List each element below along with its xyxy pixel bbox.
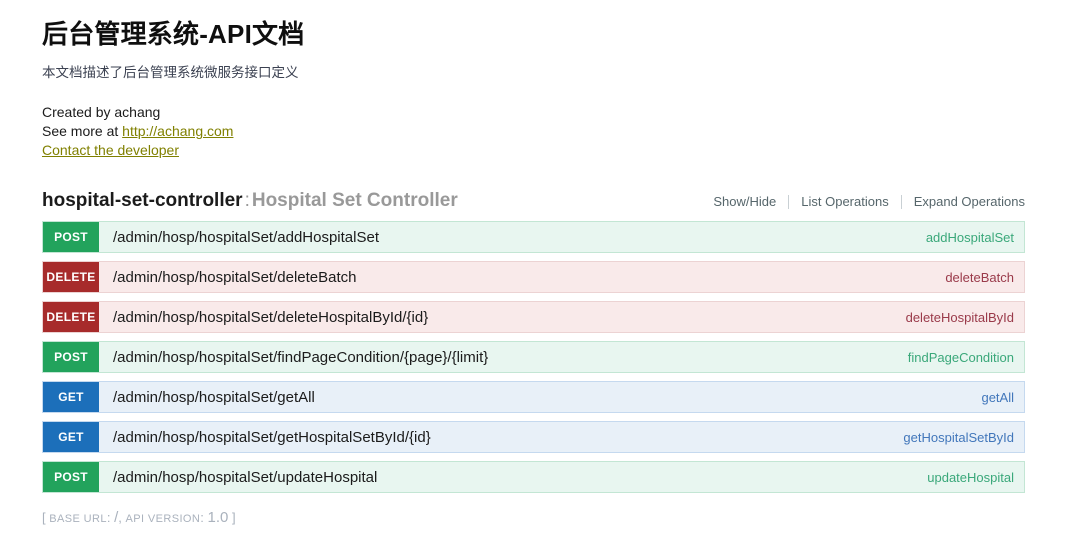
http-method-badge: POST xyxy=(43,342,99,372)
show-hide-link[interactable]: Show/Hide xyxy=(713,194,788,209)
operation-summary: getAll xyxy=(981,389,1014,405)
operation-row[interactable]: POST/admin/hosp/hospitalSet/findPageCond… xyxy=(42,341,1025,373)
see-more-line: See more at http://achang.com xyxy=(42,122,1025,141)
see-more-prefix: See more at xyxy=(42,123,123,139)
operation-path: /admin/hosp/hospitalSet/getAll xyxy=(113,388,315,406)
operation-summary: addHospitalSet xyxy=(925,229,1014,245)
page-title: 后台管理系统-API文档 xyxy=(42,19,305,49)
controller-description: Hospital Set Controller xyxy=(251,190,458,211)
http-method-badge: POST xyxy=(43,462,99,492)
footer-comma: , xyxy=(118,510,122,525)
controller-separator: : xyxy=(244,190,250,211)
operation-row[interactable]: GET/admin/hosp/hospitalSet/getHospitalSe… xyxy=(42,421,1025,453)
operations-list: POST/admin/hosp/hospitalSet/addHospitalS… xyxy=(42,221,1025,493)
http-method-badge: GET xyxy=(43,422,99,452)
http-method-badge: POST xyxy=(43,222,99,252)
base-url-colon: : xyxy=(106,510,111,525)
contact-developer-link[interactable]: Contact the developer xyxy=(42,142,179,158)
api-version-colon: : xyxy=(200,510,204,525)
http-method-badge: DELETE xyxy=(43,262,99,292)
controller-title[interactable]: hospital-set-controller: Hospital Set Con… xyxy=(42,190,458,212)
operation-row[interactable]: POST/admin/hosp/hospitalSet/addHospitalS… xyxy=(42,221,1025,253)
operation-row[interactable]: DELETE/admin/hosp/hospitalSet/deleteBatc… xyxy=(42,261,1025,293)
api-footer: [ BASE URL: /, API VERSION: 1.0 ] xyxy=(42,509,1025,526)
controller-name: hospital-set-controller xyxy=(42,190,243,211)
contact-line: Contact the developer xyxy=(42,141,1025,160)
base-url-label: BASE URL xyxy=(49,513,107,525)
operation-row[interactable]: DELETE/admin/hosp/hospitalSet/deleteHosp… xyxy=(42,301,1025,333)
developer-site-link[interactable]: http://achang.com xyxy=(122,123,233,139)
list-operations-link[interactable]: List Operations xyxy=(789,194,900,209)
expand-operations-link[interactable]: Expand Operations xyxy=(902,194,1025,209)
operation-path: /admin/hosp/hospitalSet/updateHospital xyxy=(113,468,378,486)
api-version-label: API VERSION xyxy=(125,513,201,525)
api-docs-page: 后台管理系统-API文档 本文档描述了后台管理系统微服务接口定义 Created… xyxy=(0,0,1067,526)
operation-summary: updateHospital xyxy=(927,469,1014,485)
operation-path: /admin/hosp/hospitalSet/deleteBatch xyxy=(113,268,357,286)
footer-open-bracket: [ xyxy=(42,510,46,525)
operation-summary: getHospitalSetById xyxy=(903,429,1014,445)
http-method-badge: DELETE xyxy=(43,302,99,332)
operation-summary: deleteBatch xyxy=(945,269,1014,285)
footer-close-bracket: ] xyxy=(231,510,236,525)
operation-path: /admin/hosp/hospitalSet/addHospitalSet xyxy=(113,228,380,246)
http-method-badge: GET xyxy=(43,382,99,412)
created-by-text: Created by achang xyxy=(42,104,161,120)
page-subtitle: 本文档描述了后台管理系统微服务接口定义 xyxy=(42,65,299,80)
api-version-value: 1.0 xyxy=(207,509,229,526)
credits-block: Created by achang See more at http://ach… xyxy=(42,103,1025,160)
operation-path: /admin/hosp/hospitalSet/findPageConditio… xyxy=(113,348,489,366)
operation-row[interactable]: GET/admin/hosp/hospitalSet/getAll getAll xyxy=(42,381,1025,413)
operation-summary: deleteHospitalById xyxy=(905,309,1014,325)
operation-summary: findPageCondition xyxy=(907,349,1014,365)
controller-header: hospital-set-controller: Hospital Set Con… xyxy=(42,190,1025,212)
operation-path: /admin/hosp/hospitalSet/getHospitalSetBy… xyxy=(113,428,431,446)
operation-path: /admin/hosp/hospitalSet/deleteHospitalBy… xyxy=(113,308,429,326)
operation-row[interactable]: POST/admin/hosp/hospitalSet/updateHospit… xyxy=(42,461,1025,493)
controller-actions: Show/Hide List Operations Expand Operati… xyxy=(713,194,1025,209)
